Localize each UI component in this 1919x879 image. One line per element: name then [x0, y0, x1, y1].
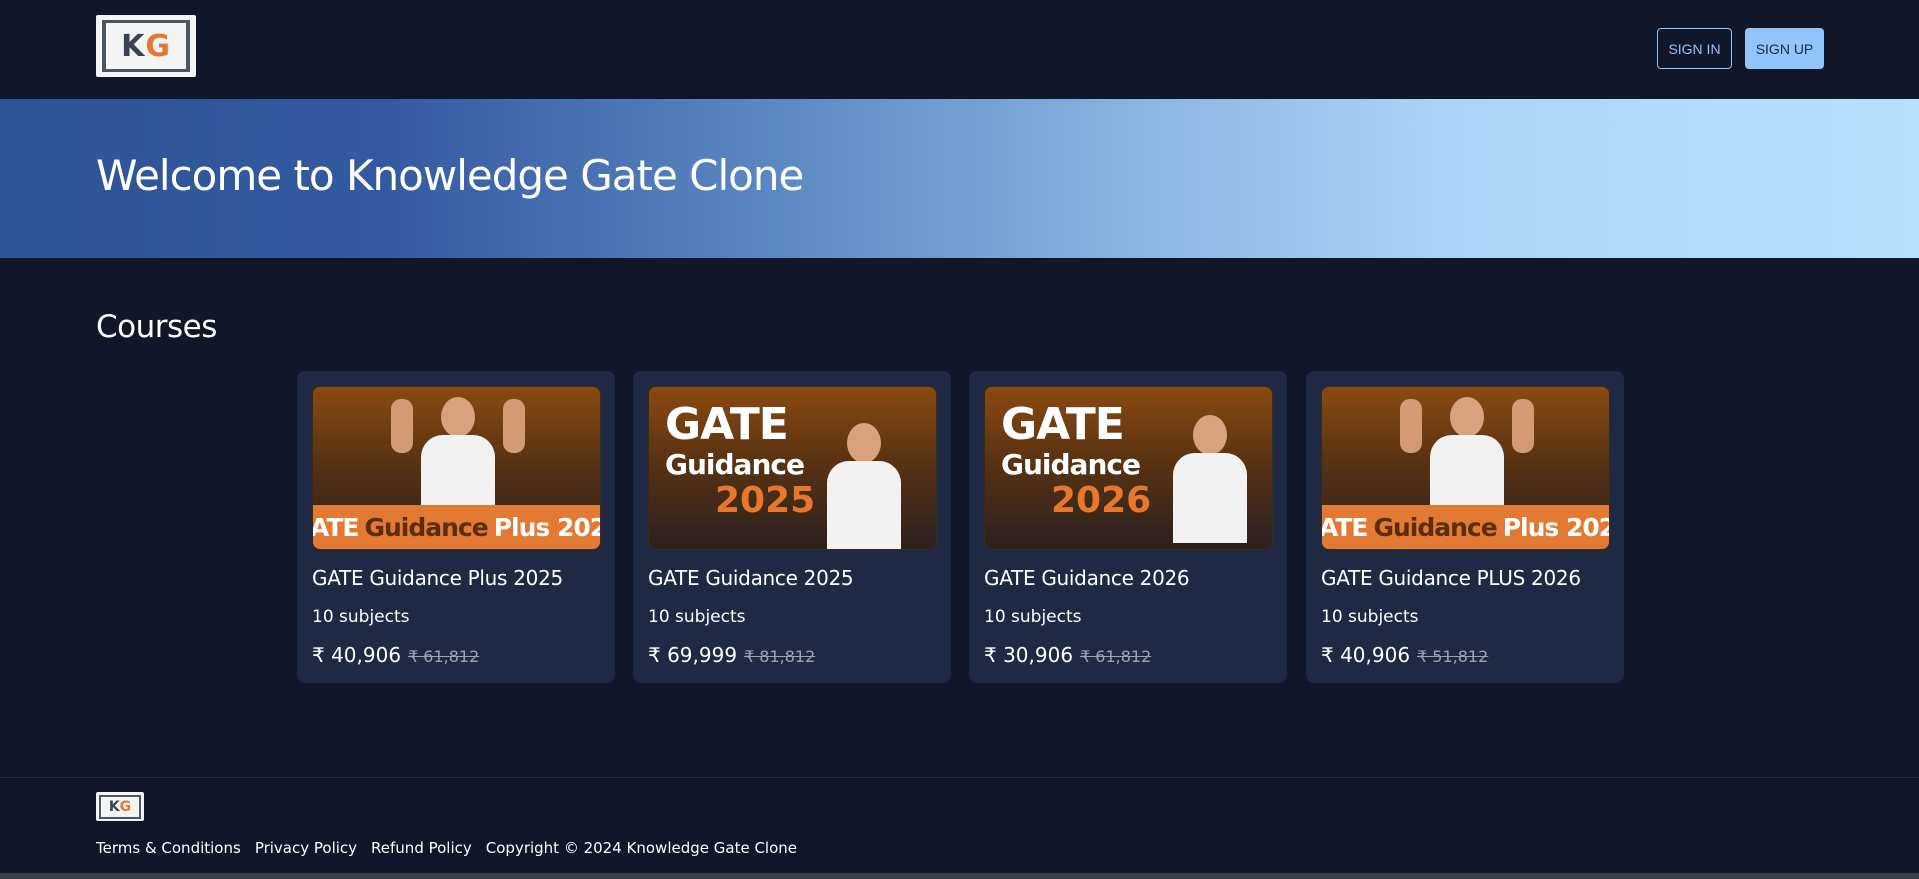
hero-banner: Welcome to Knowledge Gate Clone — [0, 99, 1919, 258]
course-original-price: ₹ 51,812 — [1417, 647, 1489, 666]
course-price: ₹ 40,906 — [312, 643, 402, 667]
course-thumbnail[interactable]: GATE Guidance Plus 2025 — [312, 386, 601, 550]
course-card[interactable]: GATE Guidance Plus 2025 GATE Guidance Pl… — [297, 371, 615, 683]
course-subjects: 10 subjects — [984, 607, 1082, 627]
thumbnail-title: GATE Guidance 2026 — [1001, 399, 1152, 521]
course-thumbnail[interactable]: GATE Guidance Plus 2026 — [1321, 386, 1610, 550]
course-title[interactable]: GATE Guidance Plus 2025 — [312, 566, 563, 590]
instructor-image — [391, 391, 525, 525]
privacy-link[interactable]: Privacy Policy — [255, 839, 357, 857]
footer-logo[interactable]: K G — [96, 792, 144, 821]
sign-in-button[interactable]: SIGN IN — [1657, 28, 1732, 69]
logo-mark: K G — [102, 20, 190, 72]
hero-title: Welcome to Knowledge Gate Clone — [96, 151, 804, 200]
sign-up-button[interactable]: SIGN UP — [1745, 28, 1824, 69]
window-bottom-edge — [0, 873, 1919, 879]
logo-letter-g: G — [145, 28, 171, 64]
footer-links: Terms & Conditions Privacy Policy Refund… — [96, 839, 797, 857]
course-price: ₹ 40,906 — [1321, 643, 1411, 667]
course-price: ₹ 30,906 — [984, 643, 1074, 667]
thumbnail-title: GATE Guidance 2025 — [665, 399, 816, 521]
instructor-image — [819, 417, 909, 549]
footer-logo-letter-g: G — [119, 798, 132, 815]
site-logo[interactable]: K G — [96, 15, 196, 77]
course-subjects: 10 subjects — [1321, 607, 1419, 627]
course-subjects: 10 subjects — [648, 607, 746, 627]
course-card[interactable]: GATE Guidance 2025 GATE Guidance 2025 10… — [633, 371, 951, 683]
course-title[interactable]: GATE Guidance PLUS 2026 — [1321, 566, 1581, 590]
course-thumbnail[interactable]: GATE Guidance 2025 — [648, 386, 937, 550]
course-original-price: ₹ 61,812 — [1080, 647, 1152, 666]
course-thumbnail[interactable]: GATE Guidance 2026 — [984, 386, 1273, 550]
course-title[interactable]: GATE Guidance 2026 — [984, 566, 1190, 590]
footer-logo-letter-k: K — [108, 798, 120, 815]
footer-logo-mark: K G — [99, 794, 141, 819]
thumbnail-banner: GATE Guidance Plus 2026 — [1322, 505, 1609, 549]
thumbnail-banner: GATE Guidance Plus 2025 — [313, 505, 600, 549]
course-card[interactable]: GATE Guidance Plus 2026 GATE Guidance PL… — [1306, 371, 1624, 683]
logo-letter-k: K — [121, 28, 146, 64]
course-price: ₹ 69,999 — [648, 643, 738, 667]
site-footer: K G Terms & Conditions Privacy Policy Re… — [0, 777, 1919, 879]
course-card[interactable]: GATE Guidance 2026 GATE Guidance 2026 10… — [969, 371, 1287, 683]
course-original-price: ₹ 61,812 — [408, 647, 480, 666]
copyright-text: Copyright © 2024 Knowledge Gate Clone — [485, 839, 798, 857]
refund-link[interactable]: Refund Policy — [371, 839, 472, 857]
course-title[interactable]: GATE Guidance 2025 — [648, 566, 854, 590]
course-subjects: 10 subjects — [312, 607, 410, 627]
courses-heading: Courses — [96, 309, 217, 345]
instructor-image — [1165, 409, 1255, 543]
top-navbar: K G SIGN IN SIGN UP — [0, 0, 1919, 99]
terms-link[interactable]: Terms & Conditions — [96, 839, 241, 857]
instructor-image — [1400, 391, 1534, 525]
course-original-price: ₹ 81,812 — [744, 647, 816, 666]
